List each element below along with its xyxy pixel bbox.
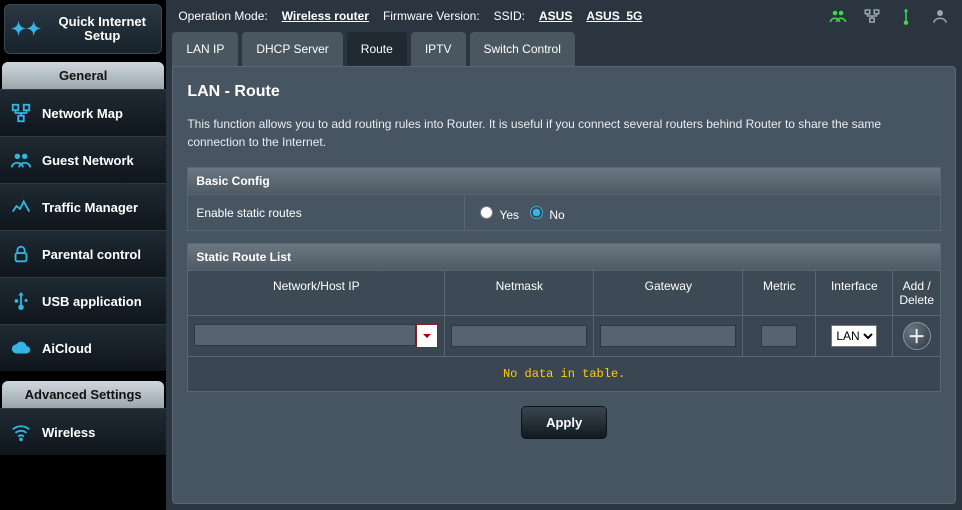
operation-mode-label: Operation Mode: <box>178 9 267 23</box>
table-input-row: LAN ＋ <box>187 316 941 357</box>
sidebar-item-network-map[interactable]: Network Map <box>0 89 166 136</box>
static-route-list-header: Static Route List <box>187 243 941 271</box>
sidebar-item-parental-control[interactable]: Parental control <box>0 230 166 277</box>
gateway-input[interactable] <box>600 325 736 347</box>
table-header: Network/Host IP Netmask Gateway Metric I… <box>187 271 941 316</box>
aicloud-icon <box>10 337 32 359</box>
network-icon[interactable] <box>862 6 882 26</box>
sidebar-item-wireless[interactable]: Wireless <box>0 408 166 455</box>
page-description: This function allows you to add routing … <box>187 115 941 151</box>
col-header-ip: Network/Host IP <box>188 271 445 315</box>
metric-input[interactable] <box>761 325 797 347</box>
section-header-advanced: Advanced Settings <box>2 381 164 408</box>
content: Operation Mode: Wireless router Firmware… <box>166 0 962 510</box>
enable-no-option[interactable]: No <box>525 203 565 222</box>
apply-button[interactable]: Apply <box>521 406 607 439</box>
sidebar-item-label: AiCloud <box>42 341 92 356</box>
wand-icon: ✦✦ <box>11 19 41 40</box>
page-title: LAN - Route <box>187 83 941 101</box>
tab-iptv[interactable]: IPTV <box>411 32 466 66</box>
sidebar-item-label: Guest Network <box>42 153 134 168</box>
col-header-gateway: Gateway <box>594 271 743 315</box>
tab-dhcp-server[interactable]: DHCP Server <box>242 32 342 66</box>
plus-icon: ＋ <box>908 323 926 349</box>
col-header-netmask: Netmask <box>445 271 594 315</box>
clients-icon[interactable] <box>828 6 848 26</box>
interface-select[interactable]: LAN <box>831 325 877 347</box>
nav-general: Network Map Guest Network Traffic Manage… <box>0 89 166 371</box>
section-header-general: General <box>2 62 164 89</box>
wireless-icon <box>10 421 32 443</box>
sidebar-item-label: Wireless <box>42 425 95 440</box>
firmware-version-label: Firmware Version: <box>383 9 480 23</box>
network-host-ip-input[interactable] <box>194 324 416 346</box>
tab-switch-control[interactable]: Switch Control <box>470 32 575 66</box>
sidebar: ✦✦ Quick Internet Setup General Network … <box>0 0 166 510</box>
guest-network-icon <box>10 149 32 171</box>
sidebar-item-label: Network Map <box>42 106 123 121</box>
operation-mode-value[interactable]: Wireless router <box>282 9 369 23</box>
netmask-input[interactable] <box>451 325 587 347</box>
ssid-label: SSID: <box>494 9 525 23</box>
enable-static-routes-row: Enable static routes Yes No <box>187 195 941 231</box>
network-host-ip-dropdown[interactable] <box>416 324 438 348</box>
topbar: Operation Mode: Wireless router Firmware… <box>166 0 962 32</box>
col-header-metric: Metric <box>743 271 816 315</box>
traffic-manager-icon <box>10 196 32 218</box>
enable-yes-option[interactable]: Yes <box>475 203 519 222</box>
tabs: LAN IP DHCP Server Route IPTV Switch Con… <box>166 32 962 66</box>
network-host-ip-combo[interactable] <box>194 324 438 348</box>
sidebar-item-label: Traffic Manager <box>42 200 138 215</box>
network-map-icon <box>10 102 32 124</box>
col-header-interface: Interface <box>816 271 893 315</box>
nav-advanced: Wireless <box>0 408 166 455</box>
sidebar-item-label: Parental control <box>42 247 141 262</box>
panel: LAN - Route This function allows you to … <box>172 66 956 504</box>
guest-status-icon[interactable] <box>930 6 950 26</box>
tab-route[interactable]: Route <box>347 32 407 66</box>
add-route-button[interactable]: ＋ <box>903 322 931 350</box>
tab-lan-ip[interactable]: LAN IP <box>172 32 238 66</box>
enable-static-routes-label: Enable static routes <box>188 196 465 230</box>
no-data-message: No data in table. <box>187 357 941 392</box>
sidebar-item-traffic-manager[interactable]: Traffic Manager <box>0 183 166 230</box>
sidebar-item-aicloud[interactable]: AiCloud <box>0 324 166 371</box>
sidebar-item-usb-application[interactable]: USB application <box>0 277 166 324</box>
ssid-value-2[interactable]: ASUS_5G <box>586 9 642 23</box>
col-header-action: Add / Delete <box>893 271 940 315</box>
sidebar-item-guest-network[interactable]: Guest Network <box>0 136 166 183</box>
quick-internet-setup[interactable]: ✦✦ Quick Internet Setup <box>4 4 162 54</box>
usb-status-icon[interactable] <box>896 6 916 26</box>
parental-control-icon <box>10 243 32 265</box>
sidebar-item-label: USB application <box>42 294 142 309</box>
ssid-value-1[interactable]: ASUS <box>539 9 572 23</box>
usb-app-icon <box>10 290 32 312</box>
quick-setup-label: Quick Internet Setup <box>49 15 155 43</box>
basic-config-header: Basic Config <box>187 167 941 195</box>
